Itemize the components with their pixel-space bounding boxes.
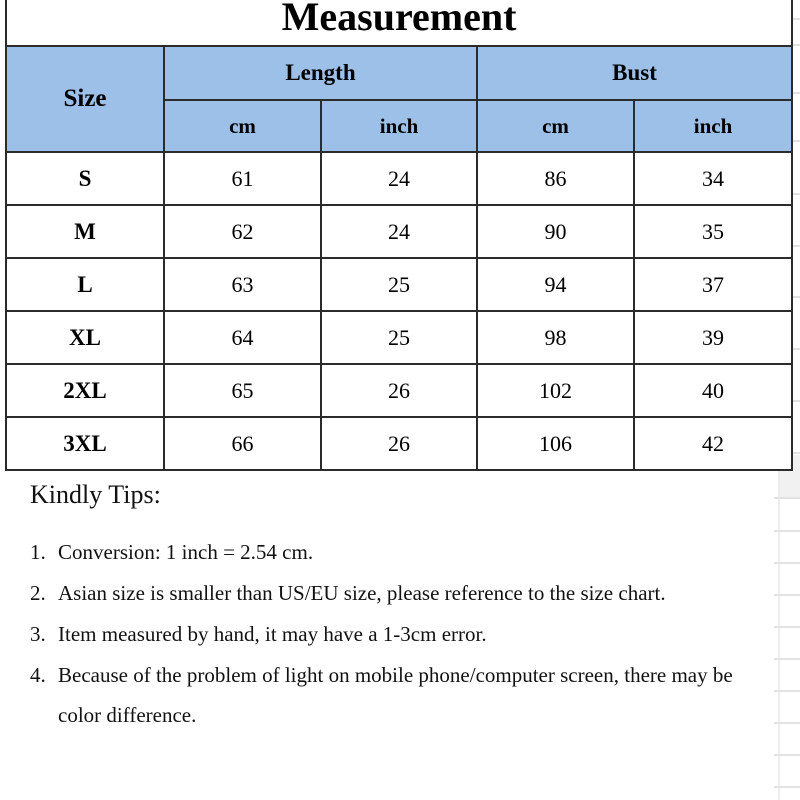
list-item: 4. Because of the problem of light on mo… — [0, 655, 738, 735]
table-row: 2XL 65 26 102 40 — [5, 363, 794, 418]
page-title: Measurement — [4, 0, 794, 47]
tip-number: 3. — [30, 622, 46, 646]
cell-size: 2XL — [5, 363, 165, 418]
cell-bust-inch: 34 — [632, 151, 794, 206]
size-chart-page: Measurement Size Length Bust cm inch cm … — [0, 0, 800, 800]
cell-size: M — [5, 204, 165, 259]
cell-length-inch: 25 — [320, 257, 478, 312]
cell-length-cm: 61 — [163, 151, 322, 206]
column-header-length: Length — [163, 45, 478, 101]
cell-size: S — [5, 151, 165, 206]
measurement-table: Measurement Size Length Bust cm inch cm … — [4, 0, 794, 471]
measurement-table-container: Measurement Size Length Bust cm inch cm … — [4, 0, 794, 471]
cell-size: 3XL — [5, 416, 165, 471]
tip-text: Because of the problem of light on mobil… — [58, 663, 733, 727]
table-row: M 62 24 90 35 — [5, 204, 794, 259]
cell-bust-cm: 94 — [476, 257, 635, 312]
column-header-length-inch: inch — [320, 99, 478, 153]
cell-length-inch: 24 — [320, 151, 478, 206]
cell-size: XL — [5, 310, 165, 365]
kindly-tips-section: Kindly Tips: 1. Conversion: 1 inch = 2.5… — [0, 480, 780, 736]
cell-length-cm: 63 — [163, 257, 322, 312]
tip-text: Conversion: 1 inch = 2.54 cm. — [58, 540, 314, 564]
list-item: 3. Item measured by hand, it may have a … — [0, 614, 738, 654]
cell-length-cm: 62 — [163, 204, 322, 259]
column-header-bust-inch: inch — [632, 99, 794, 153]
cell-bust-inch: 42 — [632, 416, 794, 471]
cell-length-cm: 65 — [163, 363, 322, 418]
tips-list: 1. Conversion: 1 inch = 2.54 cm. 2. Asia… — [0, 532, 780, 735]
cell-length-inch: 24 — [320, 204, 478, 259]
cell-length-inch: 25 — [320, 310, 478, 365]
cell-bust-cm: 90 — [476, 204, 635, 259]
tips-heading: Kindly Tips: — [30, 480, 161, 509]
cell-length-cm: 66 — [163, 416, 322, 471]
table-row: S 61 24 86 34 — [5, 151, 794, 206]
cell-bust-cm: 86 — [476, 151, 635, 206]
cell-bust-inch: 37 — [632, 257, 794, 312]
cell-bust-inch: 39 — [632, 310, 794, 365]
table-row: XL 64 25 98 39 — [5, 310, 794, 365]
cell-bust-cm: 106 — [476, 416, 635, 471]
cell-size: L — [5, 257, 165, 312]
cell-bust-inch: 40 — [632, 363, 794, 418]
tip-number: 4. — [30, 663, 46, 687]
table-row: 3XL 66 26 106 42 — [5, 416, 794, 471]
tip-text: Item measured by hand, it may have a 1-3… — [58, 622, 487, 646]
cell-length-inch: 26 — [320, 363, 478, 418]
cell-bust-cm: 98 — [476, 310, 635, 365]
list-item: 1. Conversion: 1 inch = 2.54 cm. — [0, 532, 738, 572]
list-item: 2. Asian size is smaller than US/EU size… — [0, 573, 738, 613]
cell-length-inch: 26 — [320, 416, 478, 471]
tip-number: 2. — [30, 581, 46, 605]
table-header-row-groups: Size Length Bust — [5, 45, 794, 153]
table-title-row: Measurement — [4, 0, 794, 47]
cell-bust-cm: 102 — [476, 363, 635, 418]
column-header-bust-cm: cm — [476, 99, 635, 153]
tip-number: 1. — [30, 540, 46, 564]
tip-text: Asian size is smaller than US/EU size, p… — [58, 581, 666, 605]
column-header-bust: Bust — [475, 45, 794, 101]
column-header-size: Size — [5, 45, 165, 153]
cell-length-cm: 64 — [163, 310, 322, 365]
column-header-length-cm: cm — [163, 99, 322, 153]
table-row: L 63 25 94 37 — [5, 257, 794, 312]
cell-bust-inch: 35 — [632, 204, 794, 259]
